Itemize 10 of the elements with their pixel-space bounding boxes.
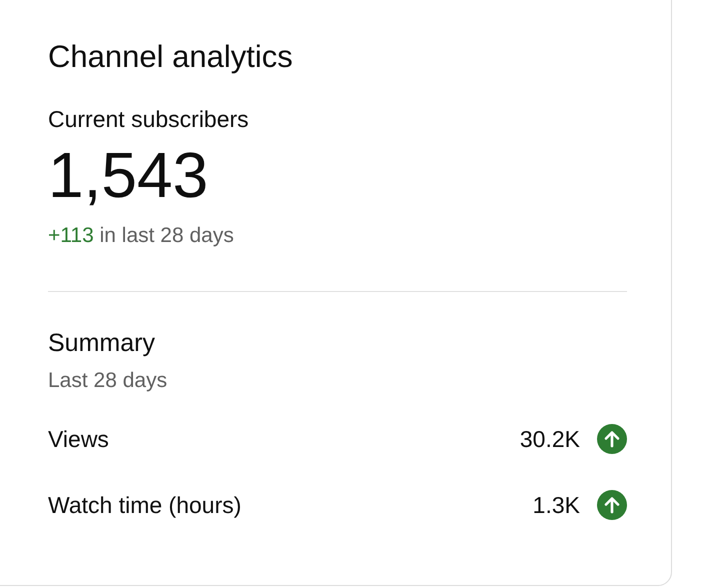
subscribers-label: Current subscribers: [48, 105, 250, 133]
metric-label: Watch time (hours): [48, 491, 242, 519]
metric-value: 30.2K: [520, 425, 580, 453]
subscriber-change: +113 in last 28 days: [48, 223, 235, 249]
summary-period: Last 28 days: [48, 368, 168, 394]
summary-title: Summary: [48, 328, 156, 358]
card-title: Channel analytics: [48, 39, 294, 75]
metric-label: Views: [48, 425, 110, 453]
metric-value: 1.3K: [532, 491, 580, 519]
subscriber-count: 1,543: [48, 139, 210, 211]
